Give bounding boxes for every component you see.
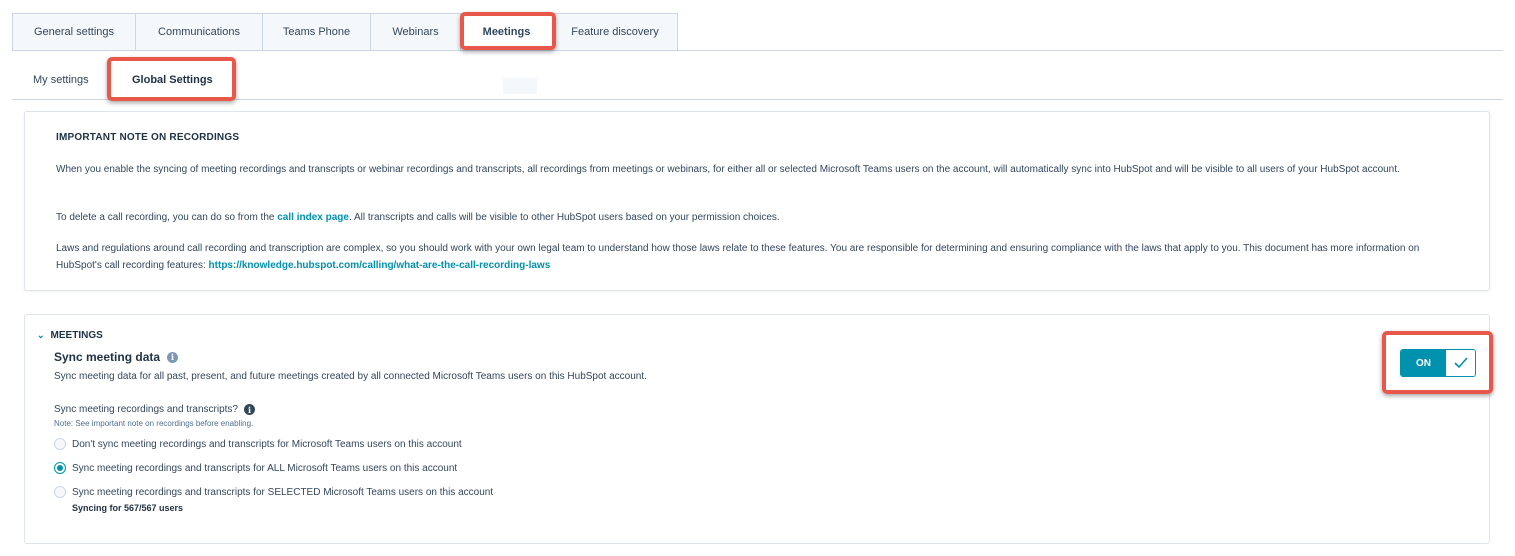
subtabs-divider	[12, 99, 1503, 100]
tab-teams-phone[interactable]: Teams Phone	[263, 13, 371, 51]
sync-toggle[interactable]: ON	[1400, 349, 1476, 377]
meetings-panel: ⌄ MEETINGS Sync meeting data i Sync meet…	[24, 314, 1490, 544]
radio-label: Sync meeting recordings and transcripts …	[72, 486, 494, 498]
tab-feature-discovery[interactable]: Feature discovery	[553, 13, 678, 51]
sync-description: Sync meeting data for all past, present,…	[54, 371, 647, 382]
note-paragraph-1: When you enable the syncing of meeting r…	[56, 164, 1400, 175]
recordings-question: Sync meeting recordings and transcripts?…	[54, 404, 255, 415]
radio-option-sync-selected[interactable]: Sync meeting recordings and transcripts …	[54, 486, 493, 498]
settings-tabs: General settings Communications Teams Ph…	[12, 13, 678, 51]
tabs-divider	[12, 50, 1503, 51]
tab-general-settings[interactable]: General settings	[12, 13, 136, 51]
call-index-link[interactable]: call index page	[277, 212, 349, 223]
recordings-note-panel: IMPORTANT NOTE ON RECORDINGS When you en…	[24, 111, 1490, 291]
info-icon[interactable]: i	[167, 351, 179, 363]
radio-button[interactable]	[54, 486, 66, 498]
sync-meeting-data-title: Sync meeting data i	[54, 350, 179, 364]
subtab-global-settings[interactable]: Global Settings	[132, 74, 213, 86]
note-paragraph-2: To delete a call recording, you can do s…	[56, 209, 1461, 226]
check-icon	[1446, 350, 1475, 376]
subtab-my-settings[interactable]: My settings	[33, 74, 89, 86]
radio-option-dont-sync[interactable]: Don't sync meeting recordings and transc…	[54, 438, 462, 450]
syncing-count: Syncing for 567/567 users	[72, 503, 184, 513]
tab-webinars[interactable]: Webinars	[371, 13, 461, 51]
tab-meetings[interactable]: Meetings	[461, 13, 553, 51]
chevron-down-icon[interactable]: ⌄	[37, 330, 45, 341]
radio-label: Sync meeting recordings and transcripts …	[72, 462, 458, 474]
tab-communications[interactable]: Communications	[136, 13, 263, 51]
radio-button[interactable]	[54, 438, 66, 450]
note-paragraph-3: Laws and regulations around call recordi…	[56, 240, 1461, 274]
meetings-section-title: MEETINGS	[50, 330, 103, 341]
sync-title-text: Sync meeting data	[54, 350, 161, 364]
info-icon[interactable]: i	[243, 404, 255, 415]
note-p2-text: To delete a call recording, you can do s…	[56, 212, 278, 223]
question-note: Note: See important note on recordings b…	[54, 419, 254, 428]
radio-label: Don't sync meeting recordings and transc…	[72, 438, 462, 450]
note-title: IMPORTANT NOTE ON RECORDINGS	[56, 132, 240, 143]
placeholder-block	[503, 78, 537, 94]
note-p2-text-after: . All transcripts and calls will be visi…	[348, 212, 780, 223]
radio-option-sync-all[interactable]: Sync meeting recordings and transcripts …	[54, 462, 457, 474]
recording-laws-link[interactable]: https://knowledge.hubspot.com/calling/wh…	[209, 260, 551, 271]
meetings-section-header[interactable]: ⌄ MEETINGS	[37, 330, 103, 341]
radio-button-selected[interactable]	[54, 462, 66, 474]
toggle-on-label: ON	[1401, 350, 1446, 376]
question-text: Sync meeting recordings and transcripts?	[54, 404, 238, 415]
